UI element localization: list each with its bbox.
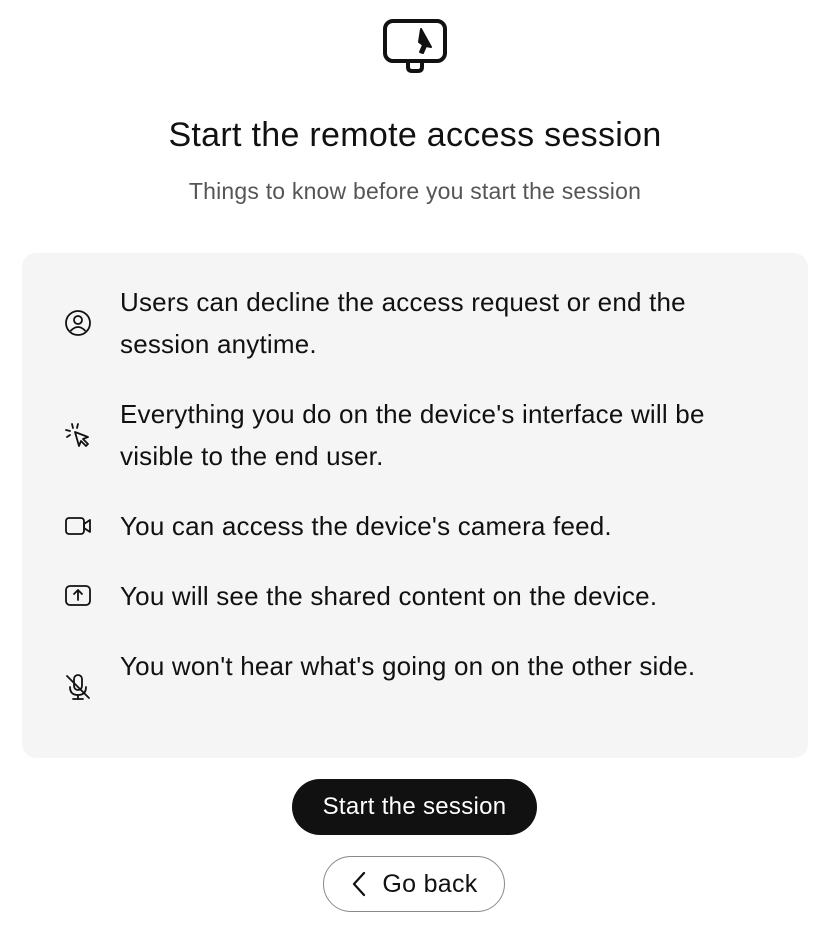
camera-icon	[65, 517, 91, 535]
info-item-text: You won't hear what's going on on the ot…	[120, 651, 696, 681]
info-card: Users can decline the access request or …	[22, 253, 808, 758]
monitor-cursor-icon	[383, 19, 447, 73]
page-subtitle: Things to know before you start the sess…	[188, 178, 642, 204]
info-item-text: You will see the shared content on the d…	[120, 581, 658, 611]
chevron-left-icon	[353, 871, 366, 897]
start-session-label: Start the session	[322, 793, 507, 820]
share-screen-icon	[65, 585, 91, 606]
info-item-text: You can access the device's camera feed.	[120, 511, 612, 541]
microphone-muted-icon	[66, 674, 90, 700]
go-back-label: Go back	[382, 869, 478, 898]
go-back-button[interactable]: Go back	[323, 856, 505, 912]
cursor-click-icon	[65, 423, 89, 447]
info-item-text: Everything you do on the device's interf…	[120, 399, 705, 471]
remote-access-dialog: Start the remote access session Things t…	[0, 0, 830, 930]
page-title: Start the remote access session	[168, 116, 662, 154]
user-circle-icon	[65, 310, 91, 336]
start-session-button[interactable]: Start the session	[292, 779, 537, 835]
info-item-text: Users can decline the access request or …	[120, 287, 686, 359]
